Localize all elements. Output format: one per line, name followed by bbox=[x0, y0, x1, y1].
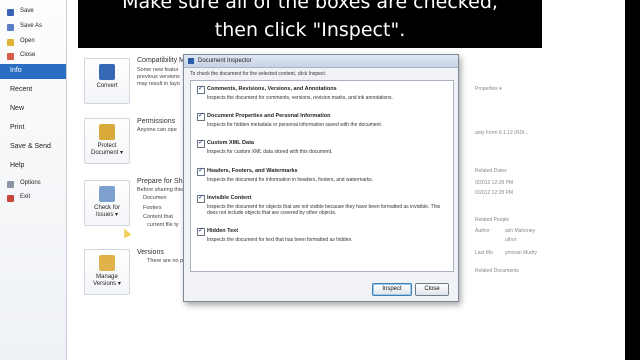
item-description: Inspects the document for information in… bbox=[207, 177, 374, 183]
author-label: Author bbox=[475, 228, 490, 234]
dialog-instructions: To check the document for the selected c… bbox=[190, 71, 327, 77]
compat-text-3: may result in layo bbox=[137, 81, 180, 87]
last-modified-name: ymoran Mudry bbox=[505, 250, 537, 256]
nav-new-label: New bbox=[10, 105, 25, 112]
manage-versions-label-2: Versions ▾ bbox=[93, 281, 121, 287]
instruction-banner: Make sure all of the boxes are checked, … bbox=[78, 0, 542, 48]
document-inspector-dialog: Document Inspector To check the document… bbox=[183, 54, 459, 302]
compat-text-2: previous versions bbox=[137, 74, 180, 80]
nav-save-as-label: Save As bbox=[20, 23, 43, 29]
permissions-title: Permissions bbox=[137, 118, 176, 125]
related-documents-heading: Related Documents bbox=[475, 268, 519, 274]
manage-versions-button[interactable]: Manage Versions ▾ bbox=[84, 249, 130, 295]
word-backstage: Save Save As Open Close Info Recent New … bbox=[0, 0, 640, 360]
item-description: Inspects the document for objects that a… bbox=[207, 204, 441, 216]
nav-options-label: Options bbox=[20, 180, 41, 186]
save-as-icon bbox=[7, 24, 14, 31]
add-author[interactable]: uthor bbox=[505, 237, 516, 243]
manage-versions-label-1: Manage bbox=[96, 274, 118, 280]
inspection-list: Comments, Revisions, Versions, and Annot… bbox=[190, 80, 454, 272]
compat-title: Compatibility M bbox=[137, 57, 185, 64]
nav-help[interactable]: Help bbox=[0, 159, 66, 174]
nav-save-send[interactable]: Save & Send bbox=[0, 140, 66, 155]
date-value-1: 0/2012 12:28 PM bbox=[475, 180, 514, 186]
backstage-nav: Save Save As Open Close Info Recent New … bbox=[0, 0, 67, 360]
manage-versions-label: Manage Versions ▾ bbox=[85, 274, 129, 288]
exit-icon bbox=[7, 195, 14, 202]
nav-new[interactable]: New bbox=[0, 102, 66, 117]
inspect-document-icon bbox=[99, 186, 115, 202]
check-issues-label-2: Issues ▾ bbox=[95, 212, 119, 218]
property-title-value: anty Form 6.1.12 (RDI... bbox=[475, 130, 529, 136]
checkbox-hidden-text[interactable] bbox=[197, 226, 205, 236]
date-value-2: 0/2012 12:28 PM bbox=[475, 190, 514, 196]
inspect-button[interactable]: Inspect bbox=[372, 283, 412, 296]
nav-close-label: Close bbox=[20, 52, 36, 58]
nav-open-label: Open bbox=[20, 38, 35, 44]
compat-text-1: Some new featur bbox=[137, 67, 179, 73]
word-app-icon bbox=[188, 58, 194, 64]
nav-info-label: Info bbox=[10, 67, 22, 74]
item-description: Inspects the document for comments, vers… bbox=[207, 95, 393, 101]
convert-label: Convert bbox=[96, 83, 118, 89]
checkbox-xml[interactable] bbox=[197, 138, 205, 148]
related-dates-heading: Related Dates bbox=[475, 168, 507, 174]
prepare-bullet-4: current file ty bbox=[147, 222, 179, 228]
nav-save-send-label: Save & Send bbox=[10, 143, 51, 150]
nav-save-label: Save bbox=[20, 8, 34, 14]
permissions-text: Anyone can ope bbox=[137, 127, 177, 133]
item-description: Inspects for hidden metadata or personal… bbox=[207, 122, 383, 128]
lock-icon bbox=[99, 124, 115, 140]
convert-icon bbox=[99, 64, 115, 80]
nav-print[interactable]: Print bbox=[0, 121, 66, 136]
dialog-title: Document Inspector bbox=[198, 58, 252, 64]
check-issues-label: Check for Issues ▾ bbox=[85, 205, 129, 219]
prepare-text: Before sharing this bbox=[137, 187, 183, 193]
item-title: Document Properties and Personal Informa… bbox=[207, 113, 331, 119]
nav-help-label: Help bbox=[10, 162, 25, 169]
item-title: Comments, Revisions, Versions, and Annot… bbox=[207, 86, 337, 92]
open-folder-icon bbox=[7, 39, 14, 46]
convert-button[interactable]: Convert bbox=[84, 58, 130, 104]
protect-document-button[interactable]: Protect Document ▾ bbox=[84, 118, 130, 164]
close-doc-icon bbox=[7, 53, 14, 60]
nav-print-label: Print bbox=[10, 124, 25, 131]
check-for-issues-button[interactable]: Check for Issues ▾ bbox=[84, 180, 130, 226]
prepare-bullet-1: Documen bbox=[143, 195, 167, 201]
checkbox-properties[interactable] bbox=[197, 111, 205, 121]
properties-dropdown[interactable]: Properties ▾ bbox=[475, 86, 502, 92]
banner-line-1: Make sure all of the boxes are checked, bbox=[122, 0, 498, 13]
item-description: Inspects for custom XML data stored with… bbox=[207, 149, 333, 155]
checkbox-headers[interactable] bbox=[197, 166, 205, 176]
item-title: Headers, Footers, and Watermarks bbox=[207, 168, 298, 174]
related-people-heading: Related People bbox=[475, 217, 510, 223]
last-modified-label: Last Mo bbox=[475, 250, 493, 256]
checkbox-invisible[interactable] bbox=[197, 193, 205, 203]
item-title: Invisible Content bbox=[207, 195, 252, 201]
versions-icon bbox=[99, 255, 115, 271]
nav-exit-label: Exit bbox=[20, 194, 31, 200]
item-description: Inspects the document for text that has … bbox=[207, 237, 353, 243]
nav-recent-label: Recent bbox=[10, 86, 33, 93]
close-button[interactable]: Close bbox=[415, 283, 449, 296]
save-icon bbox=[7, 9, 14, 16]
protect-label-1: Protect bbox=[97, 143, 117, 149]
checkbox-comments[interactable] bbox=[197, 84, 205, 94]
dialog-title-bar[interactable]: Document Inspector bbox=[184, 55, 458, 68]
check-issues-label-1: Check for bbox=[94, 205, 120, 211]
nav-recent[interactable]: Recent bbox=[0, 83, 66, 98]
nav-info[interactable]: Info bbox=[0, 64, 66, 79]
prepare-bullet-2: Footers bbox=[143, 205, 162, 211]
banner-line-2: then click "Inspect". bbox=[214, 19, 406, 41]
versions-title: Versions bbox=[137, 249, 164, 256]
author-name: ash Mahoney bbox=[505, 228, 536, 234]
protect-label-2: Document ▾ bbox=[90, 150, 124, 156]
protect-label: Protect Document ▾ bbox=[85, 143, 129, 157]
video-letterbox bbox=[625, 0, 640, 360]
item-title: Hidden Text bbox=[207, 228, 239, 234]
prepare-bullet-3: Content that bbox=[143, 214, 173, 220]
options-icon bbox=[7, 181, 14, 188]
item-title: Custom XML Data bbox=[207, 140, 254, 146]
